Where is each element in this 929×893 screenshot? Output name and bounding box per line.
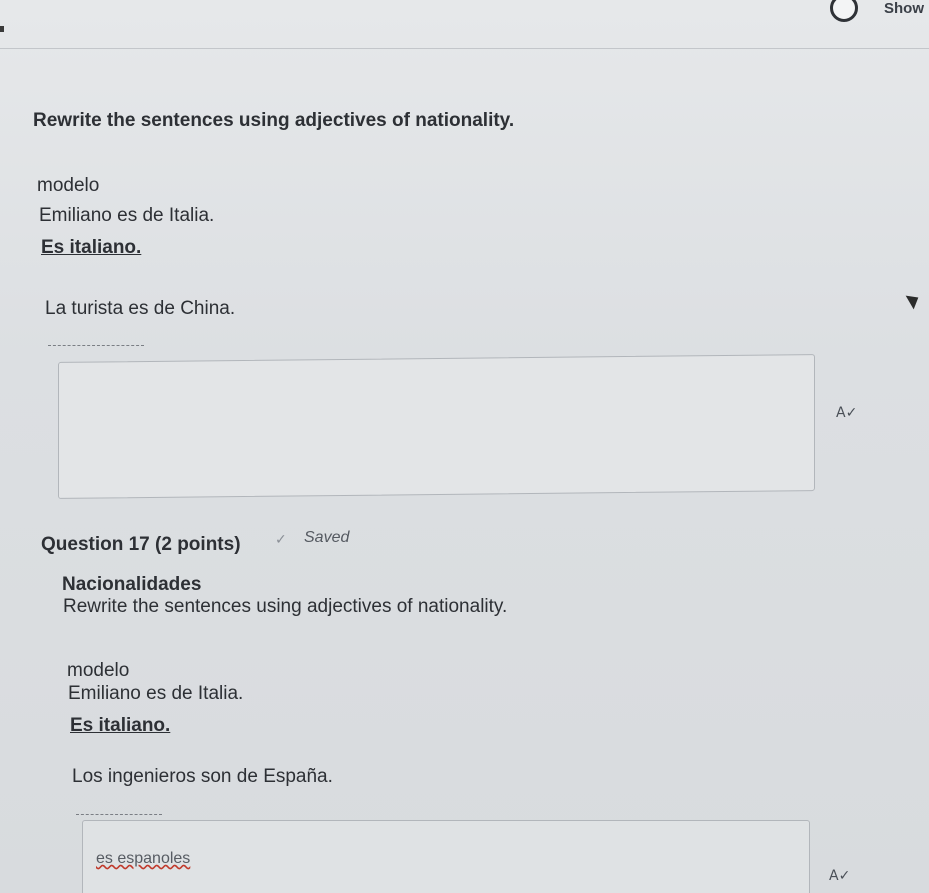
q17-answer-value[interactable]: es espanoles [96, 850, 190, 868]
mouse-cursor-icon [905, 290, 923, 310]
q17-modelo-label: modelo [67, 660, 130, 681]
check-icon: ✓ [275, 531, 287, 547]
q17-section-title: Nacionalidades [62, 574, 202, 595]
q17-prompt: Los ingenieros son de España. [72, 766, 333, 787]
q16-instructions: Rewrite the sentences using adjectives o… [33, 110, 515, 131]
show-link[interactable]: Show [884, 0, 924, 17]
q16-example-sentence: Emiliano es de Italia. [39, 205, 215, 226]
radio-button[interactable] [830, 0, 858, 22]
q17-answer-blank [76, 814, 162, 815]
quiz-page: Show Rewrite the sentences using adjecti… [0, 0, 929, 893]
divider [0, 48, 929, 49]
q16-answer-blank [48, 345, 144, 346]
q17-answer-input[interactable] [82, 820, 810, 893]
q17-example-sentence: Emiliano es de Italia. [68, 683, 244, 704]
q17-title: Question 17 (2 points) [41, 534, 241, 555]
q16-prompt: La turista es de China. [45, 298, 236, 319]
q16-example-answer: Es italiano. [41, 237, 142, 258]
spellcheck-icon[interactable]: A✓ [829, 868, 850, 884]
q16-modelo-label: modelo [37, 175, 100, 196]
q17-instructions: Rewrite the sentences using adjectives o… [63, 596, 508, 617]
q17-example-answer: Es italiano. [70, 715, 171, 736]
spellcheck-icon[interactable]: A✓ [836, 405, 857, 421]
q16-answer-input[interactable] [58, 354, 815, 499]
saved-status: Saved [304, 529, 350, 546]
corner-mark [0, 26, 4, 32]
